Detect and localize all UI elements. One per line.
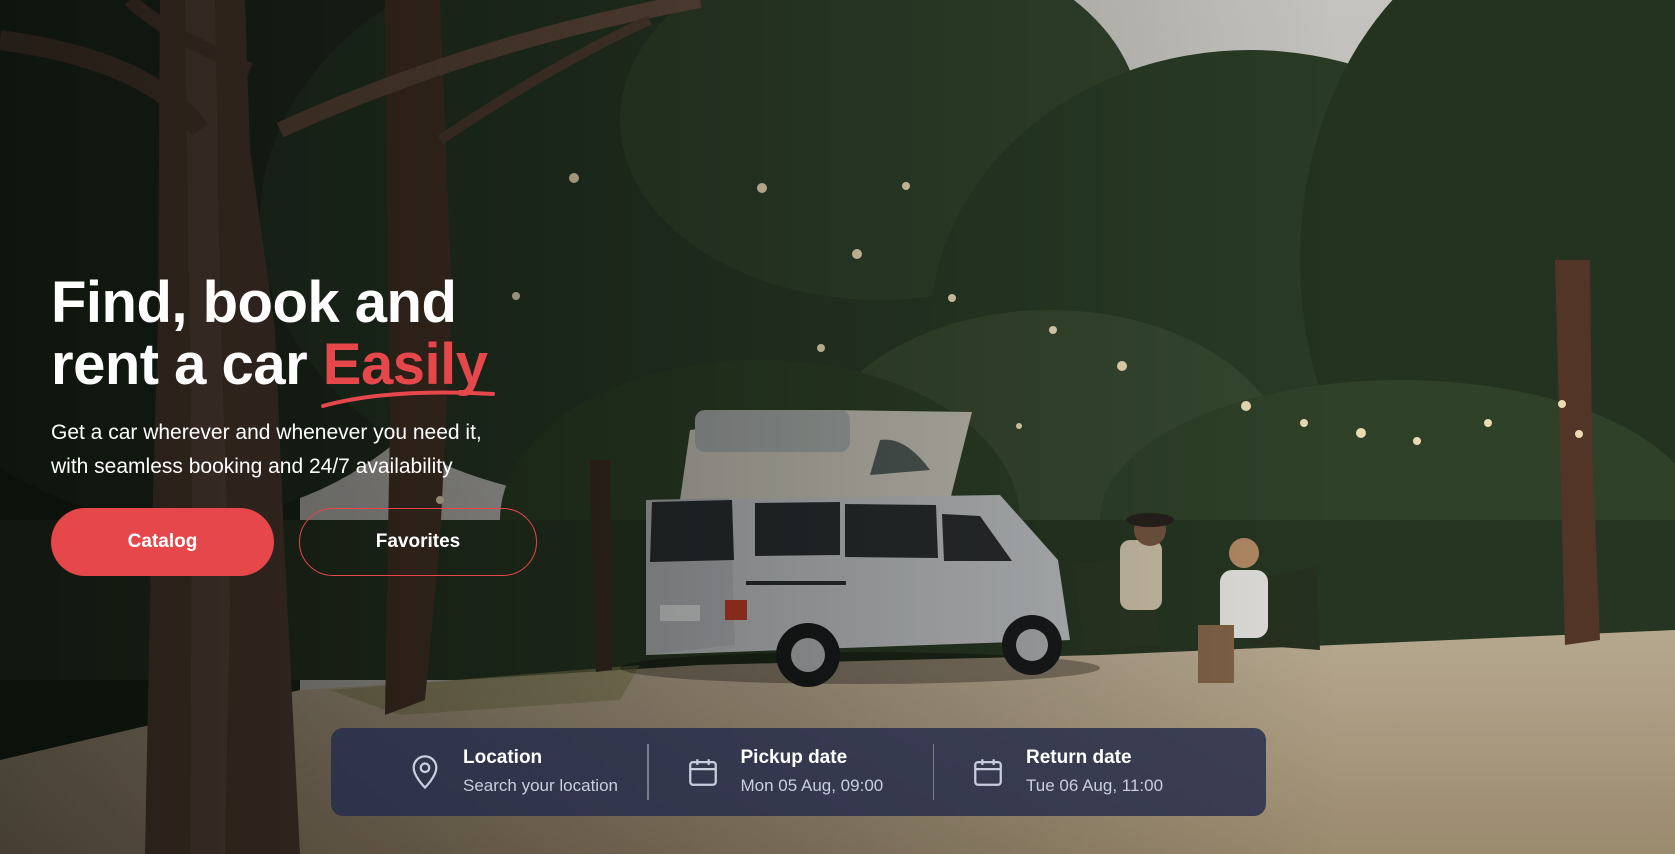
favorites-button[interactable]: Favorites: [299, 508, 537, 576]
hero-headline: Find, book and rent a car Easily: [51, 270, 495, 408]
location-field[interactable]: Location Search your location: [407, 728, 647, 816]
return-value[interactable]: Tue 06 Aug, 11:00: [1026, 773, 1163, 799]
headline-line-2: rent a car: [51, 332, 308, 397]
pickup-date-field[interactable]: Pickup date Mon 05 Aug, 09:00: [685, 728, 933, 816]
return-label: Return date: [1026, 747, 1132, 768]
calendar-icon: [970, 752, 1006, 792]
location-placeholder[interactable]: Search your location: [463, 773, 618, 799]
location-text: Location Search your location: [463, 745, 618, 799]
hero-subtitle: Get a car wherever and whenever you need…: [51, 416, 611, 484]
headline-accent-wrap: Easily: [320, 334, 495, 408]
search-divider: [647, 744, 649, 800]
return-text: Return date Tue 06 Aug, 11:00: [1026, 745, 1163, 799]
hero-section: Find, book and rent a car Easily Get a c…: [0, 0, 1675, 854]
search-divider: [932, 744, 934, 800]
pickup-value[interactable]: Mon 05 Aug, 09:00: [741, 773, 884, 799]
headline-line-1: Find, book and: [51, 270, 457, 335]
catalog-button[interactable]: Catalog: [51, 508, 274, 576]
subtitle-line-2: with seamless booking and 24/7 availabil…: [51, 455, 453, 478]
return-date-field[interactable]: Return date Tue 06 Aug, 11:00: [970, 728, 1163, 816]
map-pin-icon: [407, 752, 443, 792]
pickup-label: Pickup date: [740, 747, 848, 768]
location-label: Location: [463, 747, 543, 768]
accent-underline-swoosh: [320, 390, 495, 408]
search-bar: Location Search your location Pickup dat…: [331, 728, 1266, 816]
calendar-icon: [685, 752, 721, 792]
subtitle-line-1: Get a car wherever and whenever you need…: [51, 421, 482, 444]
pickup-text: Pickup date Mon 05 Aug, 09:00: [741, 745, 884, 799]
